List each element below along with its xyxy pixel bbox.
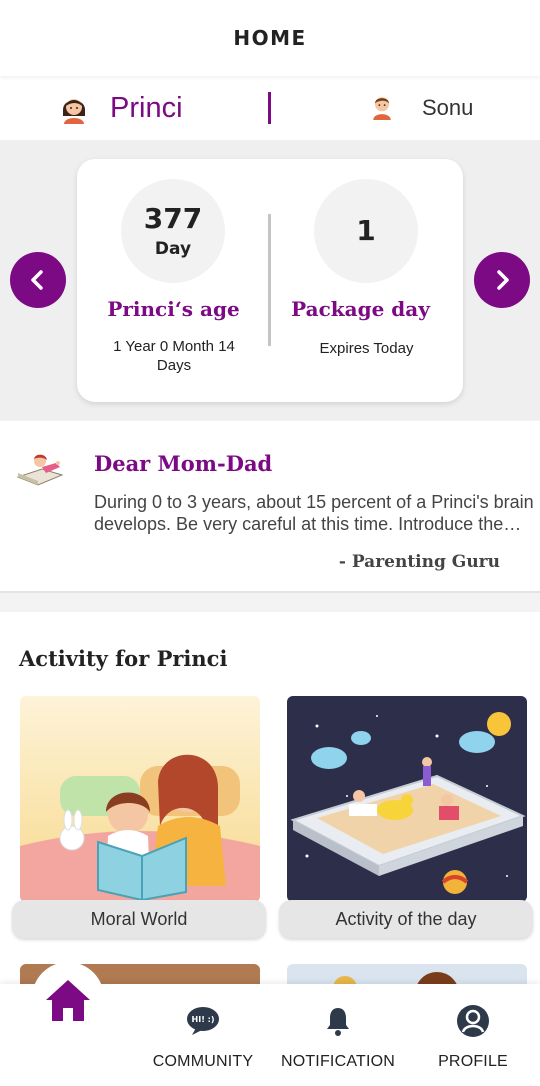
child-tab-princi[interactable]: Princi xyxy=(58,76,183,140)
chat-bubble-icon: HI! :) xyxy=(186,1004,220,1038)
next-arrow-button[interactable] xyxy=(474,252,530,308)
age-detail: 1 Year 0 Month 14 Days xyxy=(113,338,235,374)
package-stat-circle: 1 xyxy=(314,179,418,283)
package-title: Package day xyxy=(291,297,430,321)
tip-author: - Parenting Guru xyxy=(338,552,500,572)
package-day-number: 1 xyxy=(356,214,376,247)
nav-profile-label: PROFILE xyxy=(438,1053,508,1070)
chevron-right-icon xyxy=(497,270,509,290)
boy-avatar-icon xyxy=(368,92,400,124)
girl-avatar-icon xyxy=(58,92,90,124)
nav-notification[interactable]: NOTIFICATION xyxy=(280,1004,396,1071)
nav-profile[interactable]: PROFILE xyxy=(436,1004,510,1071)
nav-notification-label: NOTIFICATION xyxy=(280,1053,396,1070)
activity-tile-activity-of-the-day[interactable]: Activity of the day xyxy=(279,696,533,942)
age-stat: 377 Day Princi‘s age 1 Year 0 Month 14 D… xyxy=(77,159,270,402)
package-expiry: Expires Today xyxy=(319,340,414,357)
activity-tile-moral-world[interactable]: Moral World xyxy=(12,696,266,942)
age-card: 377 Day Princi‘s age 1 Year 0 Month 14 D… xyxy=(77,159,463,402)
child-divider xyxy=(268,92,271,124)
age-days-number: 377 xyxy=(143,202,203,235)
nav-community[interactable]: HI! :) COMMUNITY xyxy=(152,1004,254,1071)
child-name-other: Sonu xyxy=(422,95,474,120)
chevron-left-icon xyxy=(31,270,43,290)
user-circle-icon xyxy=(456,1004,490,1038)
tip-text: During 0 to 3 years, about 15 percent of… xyxy=(94,492,534,534)
nav-home-button[interactable] xyxy=(40,972,96,1028)
age-stat-circle: 377 Day xyxy=(121,179,225,283)
moral-world-illustration xyxy=(20,696,260,902)
app-screen: HOME Princi Sonu 377 Day Princi‘s age 1 … xyxy=(0,0,540,1086)
bottom-navigation: HI! :) COMMUNITY NOTIFICATION PROFILE xyxy=(0,962,540,1086)
top-app-bar: HOME xyxy=(0,0,540,76)
child-tab-sonu[interactable]: Sonu xyxy=(368,76,473,140)
activity-of-the-day-illustration xyxy=(287,696,527,902)
activity-of-the-day-label: Activity of the day xyxy=(279,900,533,938)
tip-title: Dear Mom-Dad xyxy=(94,451,273,476)
page-title: HOME xyxy=(233,26,307,50)
svg-text:HI! :): HI! :) xyxy=(192,1015,215,1024)
nav-community-label: COMMUNITY xyxy=(152,1053,254,1070)
parenting-tip-card[interactable]: Dear Mom-Dad During 0 to 3 years, about … xyxy=(0,421,540,593)
reading-child-icon xyxy=(16,451,64,489)
package-stat: 1 Package day Expires Today xyxy=(270,159,463,402)
age-card-carousel: 377 Day Princi‘s age 1 Year 0 Month 14 D… xyxy=(0,140,540,420)
child-name-active: Princi xyxy=(110,91,183,124)
age-title: Princi‘s age xyxy=(107,297,240,321)
age-days-unit: Day xyxy=(154,239,192,259)
activity-section-title: Activity for Princi xyxy=(19,646,228,671)
child-switcher: Princi Sonu xyxy=(0,76,540,140)
previous-arrow-button[interactable] xyxy=(10,252,66,308)
moral-world-label: Moral World xyxy=(12,900,266,938)
home-icon xyxy=(46,980,90,1021)
bell-icon xyxy=(321,1004,355,1038)
